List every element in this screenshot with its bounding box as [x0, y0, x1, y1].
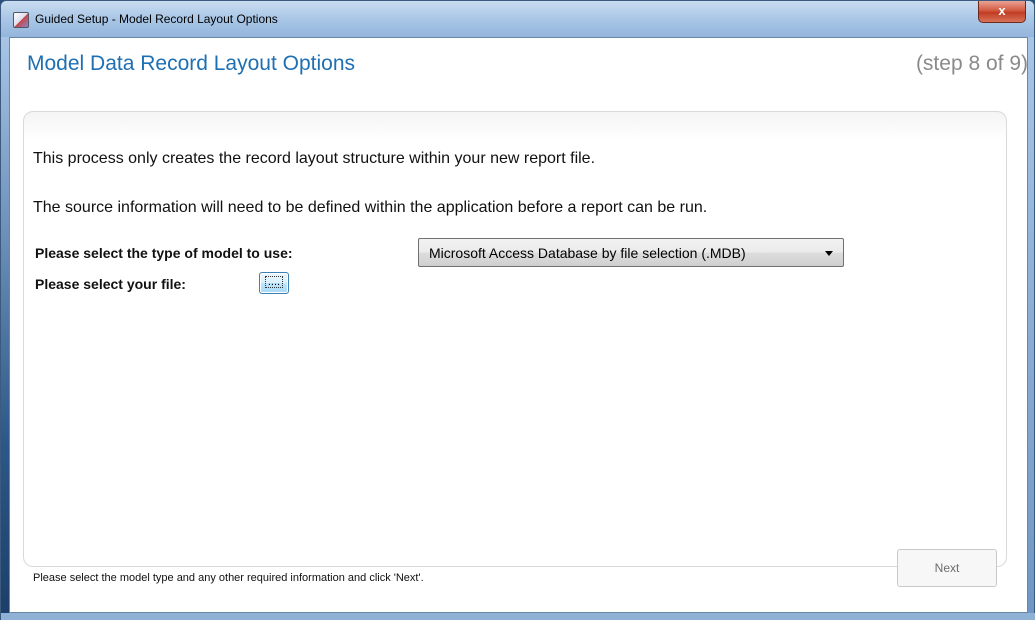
title-bar[interactable]: Guided Setup - Model Record Layout Optio…: [1, 1, 1034, 37]
info-text-source: The source information will need to be d…: [33, 199, 708, 216]
browse-file-button[interactable]: ....: [259, 272, 289, 294]
app-icon: [13, 12, 29, 28]
file-label: Please select your file:: [35, 276, 186, 292]
close-button[interactable]: x: [978, 1, 1026, 23]
guided-setup-window: Guided Setup - Model Record Layout Optio…: [0, 0, 1035, 620]
browse-button-label: ....: [264, 276, 284, 288]
model-type-selected-value: Microsoft Access Database by file select…: [429, 245, 746, 261]
page-title: Model Data Record Layout Options: [27, 52, 356, 75]
info-text-layout: This process only creates the record lay…: [33, 150, 596, 167]
model-type-dropdown[interactable]: Microsoft Access Database by file select…: [418, 238, 844, 267]
window-frame-left: [1, 37, 9, 613]
status-message: Please select the model type and any oth…: [33, 572, 424, 584]
content-panel: [23, 111, 1007, 567]
model-type-label: Please select the type of model to use:: [35, 245, 293, 261]
next-button[interactable]: Next: [897, 549, 997, 587]
step-indicator: (step 8 of 9): [915, 52, 1028, 75]
window-title: Guided Setup - Model Record Layout Optio…: [35, 12, 278, 26]
chevron-down-icon: [825, 251, 833, 256]
